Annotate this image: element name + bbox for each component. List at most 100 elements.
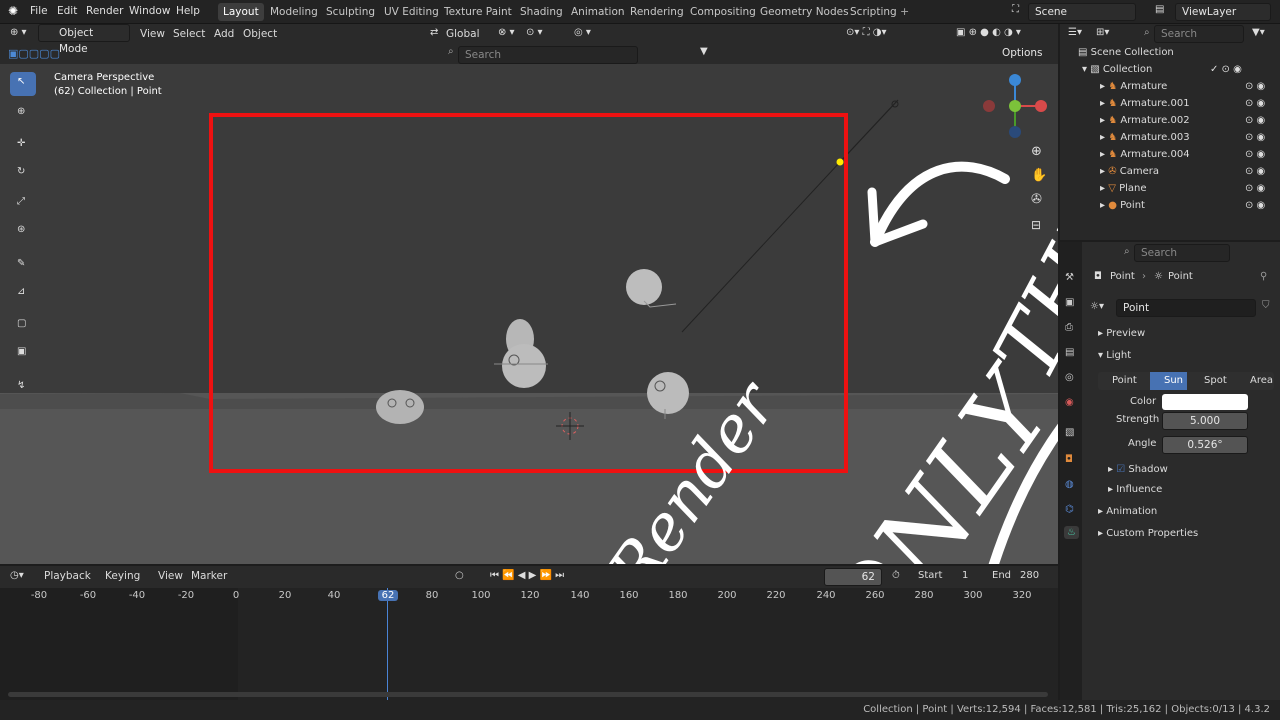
visibility-icons[interactable]: ⊙▾ ⛶ ◑▾ bbox=[846, 27, 887, 38]
3d-viewport[interactable]: Camera Perspective (62) Collection | Poi… bbox=[0, 64, 1058, 564]
playback-menu[interactable]: Playback bbox=[44, 570, 91, 582]
rotate-tool[interactable]: ↻ bbox=[10, 162, 36, 186]
constraints-tab-icon[interactable]: ⌬ bbox=[1065, 504, 1074, 515]
tool-tab-icon[interactable]: ⚒ bbox=[1065, 272, 1074, 283]
view-menu[interactable]: View bbox=[158, 570, 183, 582]
playback-controls[interactable]: ⏮ ⏪ ◀ ▶ ⏩ ⏭ bbox=[490, 570, 564, 581]
scale-tool[interactable]: ⤢ bbox=[10, 192, 36, 216]
view-layer-icon[interactable]: ▤ bbox=[1155, 4, 1164, 15]
output-tab-icon[interactable]: ⎙ bbox=[1065, 322, 1073, 333]
tab-compositing[interactable]: Compositing bbox=[685, 3, 761, 21]
light-type-sun[interactable]: Sun bbox=[1150, 372, 1188, 390]
stopwatch-icon[interactable]: ⏱ bbox=[892, 570, 900, 581]
orientation-selector[interactable]: Global bbox=[446, 28, 480, 40]
options-button[interactable]: Options bbox=[996, 45, 1052, 63]
pan-hand-icon[interactable]: ✋ bbox=[1031, 168, 1047, 183]
navigation-gizmo[interactable] bbox=[978, 68, 1058, 148]
scene-tab-icon[interactable]: ◎ bbox=[1065, 372, 1074, 383]
light-type-point[interactable]: Point bbox=[1112, 375, 1137, 386]
tab-sculpting[interactable]: Sculpting bbox=[321, 3, 380, 21]
outliner-item-armature[interactable]: ▸ ♞ Armature ⊙ ◉ bbox=[1060, 78, 1280, 95]
light-panel[interactable]: ▾ Light bbox=[1098, 346, 1280, 366]
shadow-panel[interactable]: ▸ ☑ Shadow bbox=[1108, 460, 1280, 480]
physics-tab-icon[interactable]: ◍ bbox=[1065, 479, 1074, 490]
tab-uv-editing[interactable]: UV Editing bbox=[379, 3, 444, 21]
light-handle[interactable] bbox=[836, 158, 844, 166]
record-button-icon[interactable]: ○ bbox=[455, 570, 464, 581]
angle-field[interactable]: 0.526° bbox=[1162, 436, 1248, 454]
scene-collection-row[interactable]: ▤ Scene Collection bbox=[1060, 44, 1280, 61]
viewport-search-input[interactable]: Search bbox=[458, 46, 638, 64]
tab-animation[interactable]: Animation bbox=[566, 3, 630, 21]
influence-panel[interactable]: ▸ Influence bbox=[1108, 480, 1280, 500]
datablock-type-icon[interactable]: ☼▾ bbox=[1090, 301, 1104, 312]
transform-tool[interactable]: ⊛ bbox=[10, 220, 36, 244]
end-field[interactable]: 280 bbox=[1020, 570, 1039, 581]
keying-menu[interactable]: Keying bbox=[105, 570, 140, 582]
light-type-area[interactable]: Area bbox=[1250, 375, 1273, 386]
fake-user-icon[interactable]: ⛉ bbox=[1262, 300, 1270, 311]
menu-help[interactable]: Help bbox=[176, 5, 200, 17]
outliner-item-armature-004[interactable]: ▸ ♞ Armature.004 ⊙ ◉ bbox=[1060, 146, 1280, 163]
cursor-tool[interactable]: ⊕ bbox=[10, 102, 36, 126]
object-tab-icon[interactable]: ◘ bbox=[1065, 454, 1073, 465]
preview-panel[interactable]: ▸ Preview bbox=[1098, 324, 1280, 344]
select-tool[interactable]: ↖ bbox=[10, 72, 36, 96]
menu-render[interactable]: Render bbox=[86, 5, 123, 17]
color-swatch[interactable] bbox=[1162, 394, 1248, 410]
add-workspace-icon[interactable]: + bbox=[900, 5, 909, 18]
tab-modeling[interactable]: Modeling bbox=[265, 3, 323, 21]
horizontal-scrollbar[interactable] bbox=[8, 692, 1048, 697]
light-data-tab-icon[interactable]: ♨ bbox=[1064, 526, 1079, 539]
timeline-scrubber[interactable] bbox=[0, 588, 1058, 700]
custom-properties-panel[interactable]: ▸ Custom Properties bbox=[1098, 524, 1280, 544]
outliner-item-armature-001[interactable]: ▸ ♞ Armature.001 ⊙ ◉ bbox=[1060, 95, 1280, 112]
tab-rendering[interactable]: Rendering bbox=[625, 3, 689, 21]
light-datablock-field[interactable]: Point bbox=[1116, 299, 1256, 317]
pin-icon[interactable]: ⚲ bbox=[1260, 271, 1267, 282]
mode-selector[interactable]: Object Mode bbox=[38, 24, 130, 55]
character-head[interactable] bbox=[647, 372, 689, 414]
outliner-item-plane[interactable]: ▸ ▽ Plane ⊙ ◉ bbox=[1060, 180, 1280, 197]
shading-modes-icons[interactable]: ▣ ⊕ ● ◐ ◑ ▾ bbox=[956, 27, 1021, 38]
blender-logo-icon[interactable]: ✺ bbox=[8, 4, 18, 18]
menu-file[interactable]: File bbox=[30, 5, 48, 17]
add-object-tool[interactable]: ▣ bbox=[10, 342, 36, 366]
menu-edit[interactable]: Edit bbox=[57, 5, 77, 17]
outliner-item-armature-002[interactable]: ▸ ♞ Armature.002 ⊙ ◉ bbox=[1060, 112, 1280, 129]
menu-view[interactable]: View bbox=[140, 28, 165, 40]
outliner-item-armature-003[interactable]: ▸ ♞ Armature.003 ⊙ ◉ bbox=[1060, 129, 1280, 146]
menu-object[interactable]: Object bbox=[243, 28, 277, 40]
annotate-tool[interactable]: ✎ bbox=[10, 254, 36, 278]
world-tab-icon[interactable]: ◉ bbox=[1065, 397, 1074, 408]
move-tool[interactable]: ✛ bbox=[10, 134, 36, 158]
scene-selector[interactable]: Scene bbox=[1028, 3, 1136, 21]
camera-view-icon[interactable]: ✇ bbox=[1031, 192, 1042, 207]
tab-geometry-nodes[interactable]: Geometry Nodes bbox=[755, 3, 854, 21]
zoom-icon[interactable]: ⊕ bbox=[1031, 144, 1042, 159]
view-layer-tab-icon[interactable]: ▤ bbox=[1065, 347, 1074, 358]
collection-row[interactable]: ▾ ▧ Collection ✓ ⊙ ◉ bbox=[1060, 61, 1280, 78]
filter-icon[interactable]: ▼ bbox=[700, 46, 708, 57]
menu-window[interactable]: Window bbox=[129, 5, 170, 17]
start-field[interactable]: 1 bbox=[962, 570, 968, 581]
marker-menu[interactable]: Marker bbox=[191, 570, 227, 582]
character-head[interactable] bbox=[376, 390, 424, 424]
lock-icon[interactable]: ⊟ bbox=[1031, 218, 1041, 232]
current-frame-marker[interactable]: 62 bbox=[378, 590, 398, 601]
editor-type-icon[interactable]: ⊕ ▾ bbox=[10, 27, 27, 38]
character-head[interactable] bbox=[502, 344, 546, 388]
timeline-editor-icon[interactable]: ◷▾ bbox=[10, 570, 24, 581]
scene-icon[interactable]: ⛶ bbox=[1012, 4, 1019, 15]
menu-select[interactable]: Select bbox=[173, 28, 205, 40]
tab-texture-paint[interactable]: Texture Paint bbox=[439, 3, 517, 21]
snap-icon[interactable]: ⊙ ▾ bbox=[526, 27, 543, 38]
curve-tool[interactable]: ↯ bbox=[10, 376, 36, 400]
measure-tool[interactable]: ⊿ bbox=[10, 282, 36, 306]
view-layer-selector[interactable]: ViewLayer bbox=[1175, 3, 1271, 21]
3d-cursor-icon[interactable] bbox=[556, 412, 584, 440]
outliner-item-point[interactable]: ▸ ● Point ⊙ ◉ bbox=[1060, 197, 1280, 214]
select-mode-icons[interactable]: ▣▢▢▢▢ bbox=[8, 47, 60, 60]
strength-field[interactable]: 5.000 bbox=[1162, 412, 1248, 430]
current-frame-field[interactable]: 62 bbox=[824, 568, 882, 586]
